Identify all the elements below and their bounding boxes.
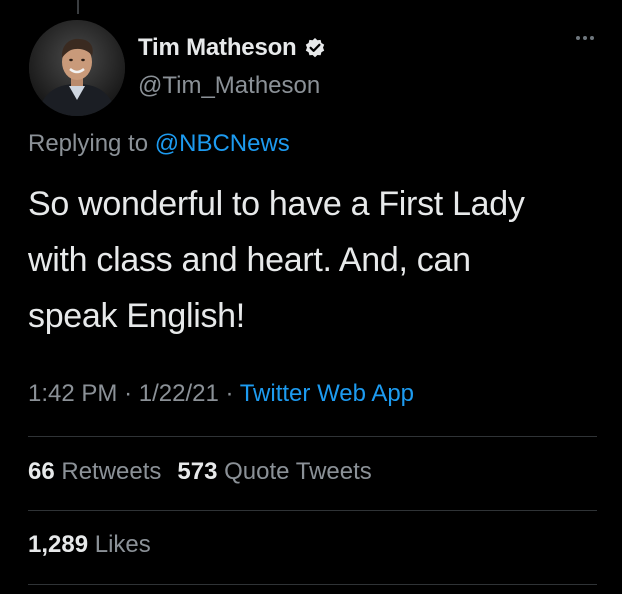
more-dot	[576, 36, 580, 40]
more-dot	[590, 36, 594, 40]
quote-tweets-stat[interactable]: 573 Quote Tweets	[177, 458, 371, 486]
avatar[interactable]	[29, 20, 125, 116]
more-dot	[583, 36, 587, 40]
divider	[28, 436, 597, 437]
profile-photo-icon	[29, 20, 125, 116]
replying-to: Replying to @NBCNews	[28, 130, 290, 158]
thread-connector-line	[77, 0, 79, 14]
tweet-time-link[interactable]: 1:42 PM	[28, 380, 117, 407]
likes-stat[interactable]: 1,289 Likes	[28, 531, 151, 559]
retweets-count: 66	[28, 458, 55, 485]
replying-to-mention-link[interactable]: @NBCNews	[155, 130, 290, 157]
tweet-source-link[interactable]: Twitter Web App	[240, 380, 414, 407]
verified-badge-icon	[304, 37, 326, 59]
quote-tweets-label: Quote Tweets	[224, 458, 372, 485]
retweets-stat[interactable]: 66 Retweets	[28, 458, 161, 486]
divider	[28, 510, 597, 511]
engagement-stats-row: 66 Retweets 573 Quote Tweets	[28, 458, 372, 486]
replying-to-prefix: Replying to	[28, 130, 149, 157]
divider	[28, 584, 597, 585]
author-name-row: Tim Matheson	[138, 34, 326, 62]
retweets-label: Retweets	[61, 458, 162, 485]
likes-count: 1,289	[28, 531, 89, 558]
more-options-icon[interactable]	[576, 36, 594, 40]
tweet-text: So wonderful to have a First Lady with c…	[28, 185, 525, 335]
tweet-date-link[interactable]: 1/22/21	[139, 380, 219, 407]
tweet-meta: 1:42 PM · 1/22/21 · Twitter Web App	[28, 380, 414, 408]
meta-separator: ·	[124, 380, 133, 407]
author-handle[interactable]: @Tim_Matheson	[138, 72, 320, 100]
likes-label: Likes	[94, 531, 151, 558]
author-display-name[interactable]: Tim Matheson	[138, 34, 297, 62]
meta-separator: ·	[225, 380, 234, 407]
quote-tweets-count: 573	[177, 458, 218, 485]
likes-stats-row: 1,289 Likes	[28, 531, 151, 559]
